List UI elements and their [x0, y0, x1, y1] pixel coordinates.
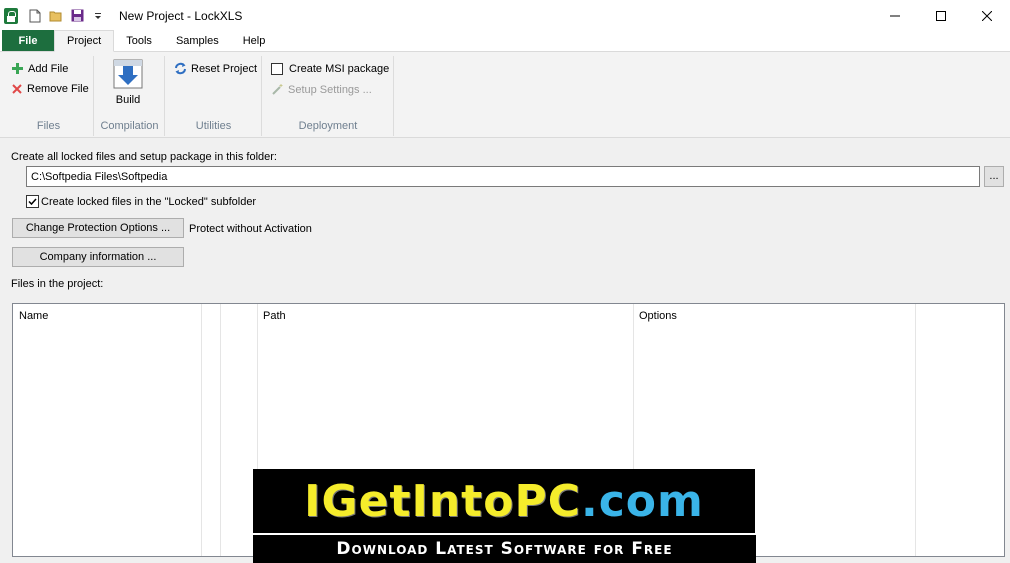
column-header-path[interactable]: Path: [257, 304, 633, 328]
save-icon[interactable]: [70, 9, 84, 23]
window-controls: [872, 0, 1010, 31]
watermark-banner: IGetIntoPC .com Download Latest Software …: [253, 469, 756, 563]
utilities-group: Reset Project Utilities: [166, 56, 262, 136]
open-folder-icon[interactable]: [49, 9, 63, 23]
ribbon-panel: Add File Remove File Files Build Compila…: [0, 52, 1010, 138]
column-header-options[interactable]: Options: [633, 304, 915, 328]
minimize-icon[interactable]: [872, 0, 918, 31]
column-header-name[interactable]: Name: [13, 304, 201, 328]
remove-file-button[interactable]: Remove File: [11, 83, 89, 95]
customize-qat-icon[interactable]: [91, 9, 105, 23]
setup-settings-label: Setup Settings ...: [288, 83, 372, 96]
watermark-logo: IGetIntoPC .com: [253, 469, 755, 533]
change-protection-button[interactable]: Change Protection Options ...: [12, 218, 184, 238]
remove-file-label: Remove File: [27, 83, 89, 95]
deployment-group-label: Deployment: [298, 120, 358, 132]
build-icon: [113, 59, 143, 89]
title-bar: New Project - LockXLS: [0, 0, 1010, 31]
files-group-label: Files: [36, 120, 61, 132]
add-icon: [12, 63, 23, 74]
folder-path-input[interactable]: [26, 166, 980, 187]
watermark-main-text: IGetIntoPC: [304, 475, 581, 527]
check-icon: [28, 198, 37, 206]
column-header-blank-2[interactable]: [220, 304, 257, 328]
browse-button[interactable]: ...: [984, 166, 1004, 187]
column-header-blank-1[interactable]: [201, 304, 220, 328]
new-file-icon[interactable]: [28, 9, 42, 23]
column-header-blank-3[interactable]: [915, 304, 1004, 328]
tab-file[interactable]: File: [2, 30, 54, 51]
locked-subfolder-label: Create locked files in the "Locked" subf…: [41, 196, 257, 208]
close-icon[interactable]: [964, 0, 1010, 31]
build-label: Build: [115, 94, 141, 106]
column-divider: [915, 304, 916, 556]
reset-project-label: Reset Project: [191, 62, 258, 75]
folder-label: Create all locked files and setup packag…: [11, 151, 277, 163]
tab-help[interactable]: Help: [231, 30, 278, 51]
files-group: Add File Remove File Files: [4, 56, 94, 136]
deployment-group: Create MSI package Setup Settings ... De…: [263, 56, 394, 136]
msi-checkbox-box[interactable]: [271, 63, 283, 75]
company-info-button[interactable]: Company information ...: [12, 247, 184, 267]
wand-icon: [272, 84, 283, 95]
quick-access-toolbar: [28, 9, 105, 23]
window-title: New Project - LockXLS: [119, 8, 243, 23]
maximize-icon[interactable]: [918, 0, 964, 31]
add-file-label: Add File: [28, 62, 69, 75]
tab-tools[interactable]: Tools: [114, 30, 164, 51]
lock-app-icon[interactable]: [4, 7, 18, 24]
locked-subfolder-checkbox[interactable]: [26, 195, 39, 208]
compilation-group: Build Compilation: [95, 56, 165, 136]
reset-project-button[interactable]: Reset Project: [174, 62, 257, 75]
files-in-project-label: Files in the project:: [11, 278, 104, 290]
utilities-group-label: Utilities: [195, 120, 232, 132]
setup-settings-button[interactable]: Setup Settings ...: [271, 83, 372, 96]
create-msi-checkbox[interactable]: Create MSI package: [271, 63, 389, 75]
watermark-tagline: Download Latest Software for Free: [253, 533, 756, 563]
build-button[interactable]: Build: [112, 58, 144, 106]
ribbon-tabs: File Project Tools Samples Help: [0, 30, 1010, 52]
create-msi-label: Create MSI package: [289, 63, 390, 75]
remove-icon: [12, 84, 22, 94]
column-divider: [220, 304, 221, 556]
column-divider: [201, 304, 202, 556]
protection-status-text: Protect without Activation: [189, 223, 312, 235]
watermark-dot-text: .com: [580, 475, 704, 527]
add-file-button[interactable]: Add File: [11, 62, 68, 75]
tab-samples[interactable]: Samples: [164, 30, 231, 51]
tab-project[interactable]: Project: [54, 30, 115, 52]
refresh-icon: [175, 62, 186, 75]
compilation-group-label: Compilation: [100, 120, 159, 132]
